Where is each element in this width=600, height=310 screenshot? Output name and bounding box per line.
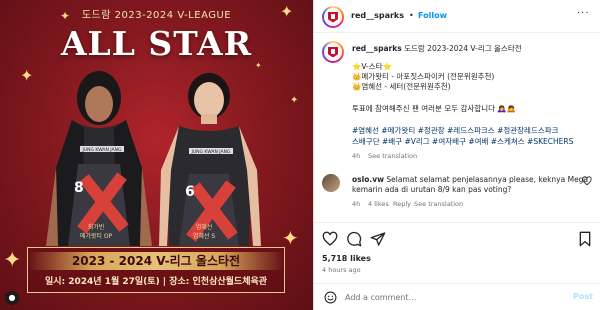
- action-bar: [314, 222, 600, 250]
- post-header: red__sparks • Follow ···: [314, 0, 600, 33]
- caption-line-5: 투표에 참여해주신 팬 여러분 모두 감사합니다 🙇‍♀️🙇: [352, 104, 517, 113]
- emoji-smiley-icon[interactable]: [324, 291, 337, 304]
- team-text: JUNG KWAN JANG: [191, 149, 231, 155]
- sparkle-icon: ✦: [60, 9, 71, 23]
- caption-avatar[interactable]: [322, 41, 344, 63]
- add-comment-input[interactable]: [345, 289, 560, 305]
- comment-text-1: Selamat selamat penjelasannya please, ke…: [384, 175, 589, 184]
- player-right-kor: 염혜선: [195, 224, 213, 231]
- jersey-number: 6: [185, 184, 195, 200]
- caption-line-2: ⭐V-스타⭐: [352, 62, 392, 71]
- red-sparks-logo-icon: [328, 46, 338, 58]
- sparkle-icon: ✦: [20, 66, 34, 85]
- event-banner: 2023 - 2024 V-리그 올스타전 일시: 2024년 1월 27일(토…: [27, 247, 285, 293]
- comment-time: 4h: [352, 200, 361, 208]
- caption-first-line: red__sparks 도드람 2023-2024 V-리그 올스타전: [352, 44, 522, 54]
- post-image[interactable]: 도드람 2023-2024 V-LEAGUE ALL STAR ✦ ✦ ✦ ✦ …: [0, 0, 313, 310]
- comment-line-2: kemarin ada di urutan 8/9 kan pas voting…: [352, 185, 512, 194]
- event-title: 2023 - 2024 V-리그 올스타전: [28, 252, 284, 270]
- caption-line-3: 👑메가왓티 - 아포짓스파이커 (전문위원추천): [352, 72, 495, 81]
- post-side-panel: red__sparks • Follow ··· red__sparks 도드람…: [313, 0, 600, 310]
- league-header: 도드람 2023-2024 V-LEAGUE: [81, 10, 232, 21]
- comment-line-1: oslo.vw Selamat selamat penjelasannya pl…: [352, 175, 588, 185]
- caption-line-1: 도드람 2023-2024 V-리그 올스타전: [401, 44, 522, 53]
- author-avatar[interactable]: [322, 6, 344, 28]
- post-age: 4 hours ago: [322, 266, 361, 274]
- player-right-photo: JUNG KWAN JANG 6: [159, 73, 261, 246]
- user-tags-icon[interactable]: ●: [5, 291, 19, 305]
- commenter-username[interactable]: oslo.vw: [352, 175, 384, 184]
- caption-line-4: 👑염혜선 - 세터(전문위원추천): [352, 82, 451, 91]
- team-text: JUNG KWAN JANG: [82, 147, 122, 153]
- event-details: 일시: 2024년 1월 27일(토) | 장소: 인천삼산월드체육관: [44, 277, 268, 287]
- player-right-name: 염혜선 S: [192, 233, 216, 240]
- caption-username[interactable]: red__sparks: [352, 44, 402, 53]
- author-username[interactable]: red__sparks: [351, 11, 404, 20]
- caption-hashtags-1[interactable]: #염혜선 #메가왓티 #정관장 #레드스파크스 #정관장레드스파크: [352, 126, 559, 136]
- comment-see-translation-link[interactable]: See translation: [414, 200, 463, 208]
- bookmark-icon[interactable]: [577, 231, 593, 247]
- red-sparks-logo-icon: [328, 11, 338, 23]
- jersey-number: 8: [74, 180, 84, 196]
- sparkle-icon: ✦: [280, 2, 294, 21]
- sparkle-icon: ✦: [290, 95, 299, 106]
- follow-button[interactable]: Follow: [418, 11, 447, 20]
- all-star-title: ALL STAR: [60, 24, 253, 63]
- commenter-avatar[interactable]: [322, 174, 340, 192]
- add-comment-bar: Post: [314, 283, 600, 310]
- player-left-kor: 최가빈: [87, 224, 105, 231]
- separator-dot: •: [409, 11, 414, 20]
- like-heart-icon[interactable]: [322, 231, 338, 247]
- player-left-photo: JUNG KWAN JANG 8: [46, 71, 152, 246]
- player-left-name: 메가왓티 OP: [79, 233, 113, 240]
- comment-like-heart-icon[interactable]: [582, 176, 592, 186]
- comment-reply-link[interactable]: Reply: [393, 200, 411, 208]
- comment-likes[interactable]: 4 likes: [368, 200, 389, 208]
- more-options-icon[interactable]: ···: [577, 8, 590, 19]
- caption-time: 4h: [352, 152, 361, 160]
- sparkle-icon: ✦: [282, 226, 299, 250]
- post-comment-button[interactable]: Post: [573, 292, 593, 301]
- see-translation-link[interactable]: See translation: [368, 152, 417, 160]
- share-paper-plane-icon[interactable]: [370, 231, 386, 247]
- likes-count[interactable]: 5,718 likes: [322, 254, 371, 263]
- sparkle-icon: ✦: [3, 248, 22, 273]
- comment-bubble-icon[interactable]: [346, 231, 362, 247]
- caption-hashtags-2[interactable]: 스배구단 #배구 #V리그 #여자배구 #여배 #스케쳐스 #SKECHERS: [352, 137, 573, 147]
